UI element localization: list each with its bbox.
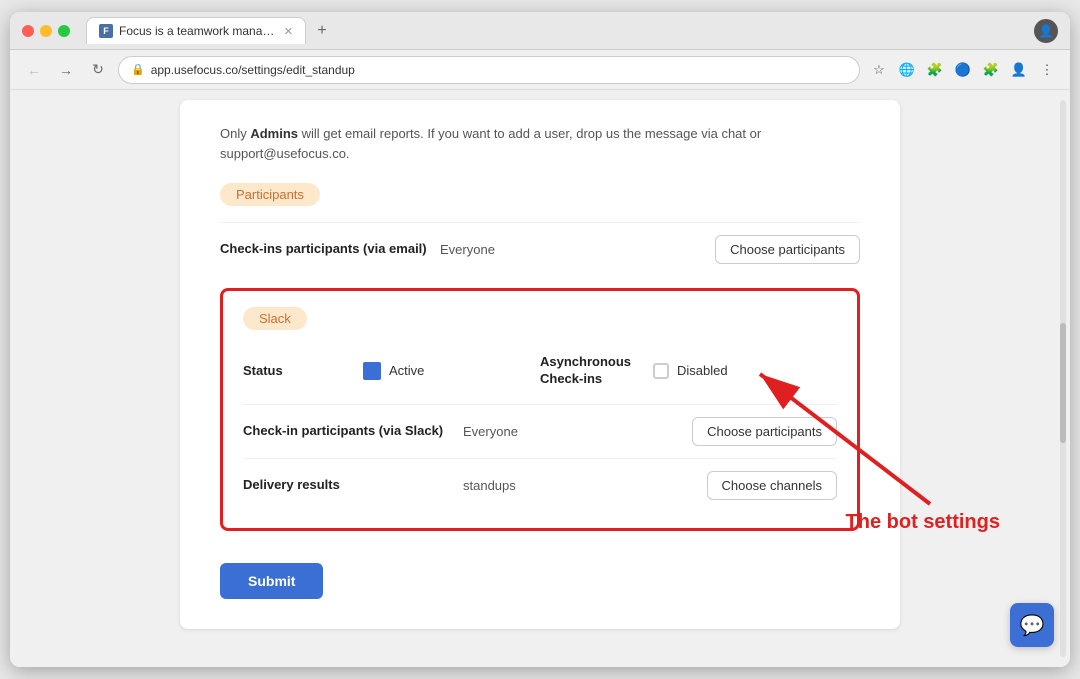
submit-button[interactable]: Submit	[220, 563, 323, 599]
extensions-button[interactable]: 🧩	[980, 59, 1002, 81]
annotation-text: The bot settings	[846, 511, 1000, 534]
browser-window: F Focus is a teamwork managem... ✕ + 👤 ←…	[10, 12, 1070, 667]
info-text: Only Admins will get email reports. If y…	[220, 124, 860, 163]
forward-button[interactable]: →	[54, 58, 78, 82]
minimize-button[interactable]	[40, 25, 52, 37]
traffic-lights	[22, 25, 70, 37]
checkins-email-value: Everyone	[440, 242, 715, 257]
checkins-email-row: Check-ins participants (via email) Every…	[220, 222, 860, 276]
slack-badge: Slack	[243, 307, 307, 330]
lock-icon: 🔒	[131, 63, 145, 76]
tab-area: F Focus is a teamwork managem... ✕ +	[86, 17, 1026, 44]
profile-icon[interactable]: 👤	[1034, 19, 1058, 43]
tab-close-icon[interactable]: ✕	[284, 25, 293, 38]
bookmark-icon[interactable]: ☆	[868, 59, 890, 81]
menu-button[interactable]: ⋮	[1036, 59, 1058, 81]
status-active-text: Active	[389, 363, 424, 378]
checkins-email-action: Choose participants	[715, 235, 860, 264]
arrow-svg	[660, 314, 1000, 534]
refresh-button[interactable]: ↻	[86, 58, 110, 82]
address-bar[interactable]: 🔒 app.usefocus.co/settings/edit_standup	[118, 56, 860, 84]
address-text: app.usefocus.co/settings/edit_standup	[151, 63, 847, 77]
back-button[interactable]: ←	[22, 58, 46, 82]
status-left: Status Active	[243, 362, 540, 380]
participants-badge: Participants	[220, 183, 320, 206]
checkins-email-label: Check-ins participants (via email)	[220, 240, 440, 258]
scrollbar-thumb[interactable]	[1060, 323, 1066, 443]
status-active-icon	[363, 362, 381, 380]
page-content: Only Admins will get email reports. If y…	[10, 90, 1070, 667]
nav-bar: ← → ↻ 🔒 app.usefocus.co/settings/edit_st…	[10, 50, 1070, 90]
async-label-line1: Asynchronous	[540, 354, 631, 371]
nav-icons-right: ☆ 🌐 🧩 🔵 🧩 👤 ⋮	[868, 59, 1058, 81]
tab-title: Focus is a teamwork managem...	[119, 24, 278, 38]
choose-participants-email-button[interactable]: Choose participants	[715, 235, 860, 264]
async-label-wrapper: Asynchronous Check-ins	[540, 354, 631, 388]
maximize-button[interactable]	[58, 25, 70, 37]
chat-bubble-button[interactable]: 💬	[1010, 603, 1054, 647]
extension-icon-1[interactable]: 🌐	[896, 59, 918, 81]
admins-bold: Admins	[250, 126, 298, 141]
arrow-annotation: The bot settings	[660, 314, 1000, 534]
participants-section: Participants Check-ins participants (via…	[220, 183, 860, 276]
extension-icon-3[interactable]: 🔵	[952, 59, 974, 81]
tab-favicon: F	[99, 24, 113, 38]
title-bar: F Focus is a teamwork managem... ✕ + 👤	[10, 12, 1070, 50]
scrollbar[interactable]	[1060, 100, 1066, 657]
extension-icon-2[interactable]: 🧩	[924, 59, 946, 81]
delivery-label: Delivery results	[243, 476, 463, 494]
chat-icon: 💬	[1020, 613, 1045, 638]
new-tab-button[interactable]: +	[310, 19, 334, 43]
status-indicator: Active	[363, 362, 424, 380]
status-label: Status	[243, 363, 363, 378]
profile-button[interactable]: 👤	[1008, 59, 1030, 81]
close-button[interactable]	[22, 25, 34, 37]
active-tab[interactable]: F Focus is a teamwork managem... ✕	[86, 17, 306, 44]
checkin-slack-label: Check-in participants (via Slack)	[243, 422, 463, 440]
async-label-line2: Check-ins	[540, 371, 631, 388]
checkin-slack-value: Everyone	[463, 424, 692, 439]
